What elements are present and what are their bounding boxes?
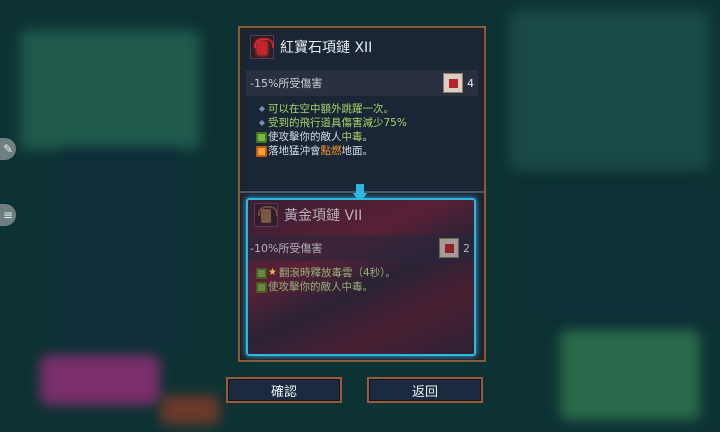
effect-line: ◆ 可以在空中額外跳躍一次。 — [256, 102, 480, 116]
effect-line: ★ 翻滾時釋放毒雲（4秒）。 — [256, 266, 480, 280]
compare-item-stat: -10%所受傷害 — [250, 242, 323, 255]
gold-necklace-icon — [254, 203, 278, 227]
item-compare-panel: 紅寶石項鏈 XII -15%所受傷害 4 ◆ 可以在空中額外跳躍一次。 ◆ 受到… — [238, 26, 486, 362]
effect-line: ◆ 受到的飛行道具傷害減少75% — [256, 116, 480, 130]
current-item-header: 紅寶石項鏈 XII — [244, 32, 480, 62]
effect-line: 落地猛沖會 點燃 地面。 — [256, 144, 480, 158]
scroll-icon — [439, 238, 459, 258]
diamond-bullet-icon: ◆ — [258, 104, 266, 113]
effect-line: 使攻擊你的敵人中毒。 — [256, 280, 480, 294]
back-button[interactable]: 返回 — [367, 377, 483, 403]
compare-item-effects: ★ 翻滾時釋放毒雲（4秒）。 使攻擊你的敵人中毒。 — [256, 266, 480, 294]
current-item-stat-row: -15%所受傷害 4 — [246, 70, 478, 96]
compare-item-stat-row: -10%所受傷害 2 — [248, 235, 474, 261]
ruby-necklace-icon — [250, 35, 274, 59]
poison-icon — [256, 281, 267, 293]
compare-scroll-count: 2 — [463, 241, 470, 255]
poison-icon — [256, 267, 267, 279]
current-item-name: 紅寶石項鏈 XII — [280, 40, 373, 56]
scroll-icon — [443, 73, 463, 93]
current-item-card: 紅寶石項鏈 XII -15%所受傷害 4 ◆ 可以在空中額外跳躍一次。 ◆ 受到… — [244, 32, 480, 192]
compare-item-card[interactable]: 黃金項鏈 VII -10%所受傷害 2 ★ 翻滾時釋放毒雲（4秒）。 使攻擊你的… — [246, 198, 476, 356]
effect-line: 使攻擊你的敵人中毒。 — [256, 130, 480, 144]
diamond-bullet-icon: ◆ — [258, 118, 266, 127]
compare-item-name: 黃金項鏈 VII — [284, 208, 363, 224]
confirm-button[interactable]: 確認 — [226, 377, 342, 403]
poison-icon — [256, 131, 267, 143]
fire-icon — [256, 145, 267, 157]
compare-item-header: 黃金項鏈 VII — [248, 200, 474, 230]
current-item-stat: -15%所受傷害 — [250, 77, 323, 90]
current-item-effects: ◆ 可以在空中額外跳躍一次。 ◆ 受到的飛行道具傷害減少75% 使攻擊你的敵人中… — [256, 102, 480, 158]
current-scroll-count: 4 — [467, 76, 474, 90]
star-icon: ★ — [268, 267, 277, 278]
